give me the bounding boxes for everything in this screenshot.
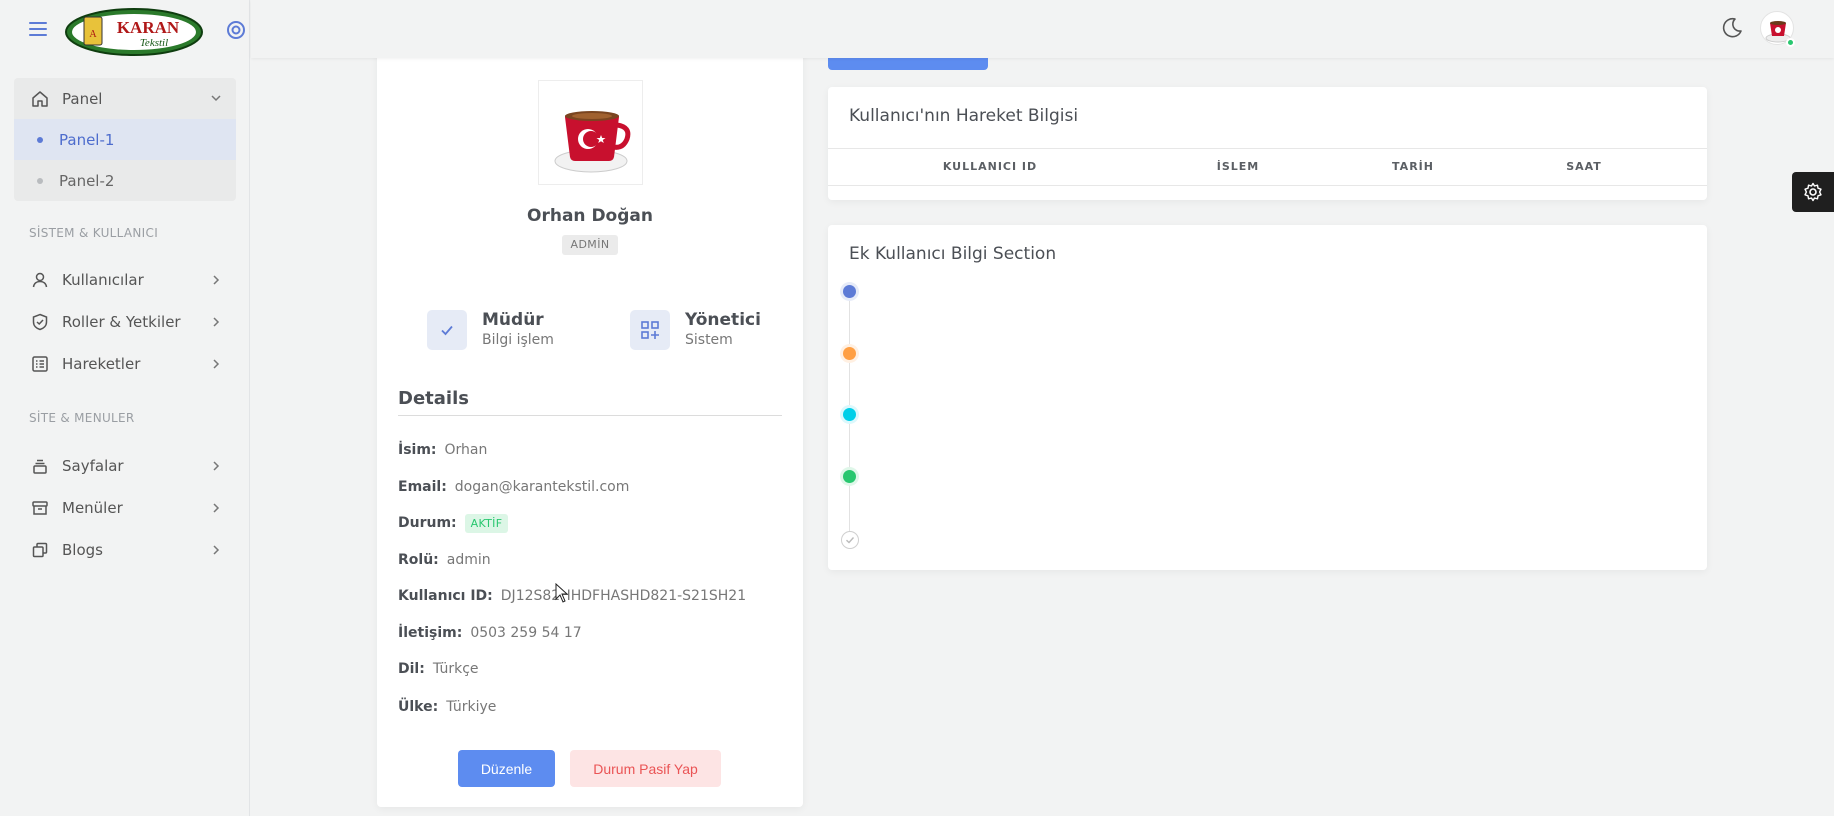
copy-icon — [30, 540, 50, 560]
list-icon — [30, 354, 50, 374]
detail-language: Dil: Türkçe — [398, 661, 479, 677]
status-badge: AKTİF — [464, 514, 509, 533]
shield-check-icon — [30, 312, 50, 332]
section-title-site: SİTE & MENULER — [29, 411, 135, 425]
karan-tekstil-logo[interactable]: A KARAN Tekstil — [64, 7, 204, 57]
profile-card: Orhan Doğan ADMİN Müdür Bilgi işlem Yöne… — [377, 40, 803, 807]
svg-text:KARAN: KARAN — [117, 18, 180, 37]
details-divider — [398, 415, 782, 416]
home-icon — [30, 89, 50, 109]
role-badge: ADMİN — [562, 235, 618, 255]
activity-card: Kullanıcı'nın Hareket Bilgisi KULLANICI … — [828, 87, 1707, 200]
sidebar-item-label: Sayfalar — [62, 457, 124, 475]
stat-subtitle: Sistem — [685, 332, 733, 348]
timeline-dot — [843, 408, 856, 421]
sidebar-pin-icon[interactable] — [226, 20, 246, 40]
sidebar-item-label: Panel — [62, 89, 103, 108]
stack-icon — [30, 456, 50, 476]
column-header[interactable]: KULLANICI ID — [930, 160, 1050, 173]
sidebar-item-roles[interactable]: Roller & Yetkiler — [14, 301, 236, 343]
chevron-right-icon — [213, 503, 220, 513]
detail-name: İsim: Orhan — [398, 442, 488, 458]
svg-text:Tekstil: Tekstil — [140, 37, 168, 49]
brand-area: A KARAN Tekstil — [0, 0, 250, 60]
panel-menu-group: Panel Panel-1 Panel-2 — [14, 78, 236, 201]
sidebar-item-label: Panel-2 — [59, 171, 115, 190]
sidebar-item-label: Roller & Yetkiler — [62, 313, 181, 331]
chevron-right-icon — [213, 359, 220, 369]
detail-user-id: Kullanıcı ID: DJ12S82HHDFHASHD821-S21SH21 — [398, 588, 747, 604]
sidebar-item-blogs[interactable]: Blogs — [14, 529, 236, 571]
activity-table-header: KULLANICI ID İSLEM TARİH SAAT — [828, 148, 1707, 186]
profile-avatar — [538, 80, 643, 185]
detail-contact: İletişim: 0503 259 54 17 — [398, 625, 582, 641]
edit-button[interactable]: Düzenle — [458, 750, 555, 787]
sidebar-item-panel-2[interactable]: Panel-2 — [14, 160, 236, 201]
user-icon — [30, 270, 50, 290]
section-title-system: SİSTEM & KULLANICI — [29, 226, 159, 240]
moon-icon[interactable] — [1720, 16, 1744, 40]
mouse-cursor-icon — [555, 583, 569, 603]
bullet-icon — [37, 178, 43, 184]
extra-info-card: Ek Kullanıcı Bilgi Section — [828, 225, 1707, 570]
column-header[interactable]: İSLEM — [1198, 160, 1278, 173]
set-passive-button[interactable]: Durum Pasif Yap — [570, 750, 721, 787]
sidebar: A KARAN Tekstil Panel Panel-1 Panel-2 Sİ… — [0, 0, 250, 816]
sidebar-item-label: Menüler — [62, 499, 123, 517]
chevron-right-icon — [213, 275, 220, 285]
stat-subtitle: Bilgi işlem — [482, 332, 554, 348]
stat-title: Yönetici — [685, 310, 761, 330]
chevron-right-icon — [213, 461, 220, 471]
sidebar-item-panel[interactable]: Panel — [14, 78, 236, 119]
check-icon — [427, 310, 467, 350]
detail-email: Email: dogan@karantekstil.com — [398, 479, 630, 495]
sidebar-item-label: Blogs — [62, 541, 103, 559]
extra-card-title: Ek Kullanıcı Bilgi Section — [849, 244, 1057, 264]
sidebar-item-label: Kullanıcılar — [62, 271, 144, 289]
activity-card-title: Kullanıcı'nın Hareket Bilgisi — [849, 106, 1079, 126]
profile-name: Orhan Doğan — [527, 206, 653, 226]
timeline-dot — [843, 285, 856, 298]
column-header[interactable]: SAAT — [1544, 160, 1624, 173]
sidebar-item-menus[interactable]: Menüler — [14, 487, 236, 529]
detail-role: Rolü: admin — [398, 552, 491, 568]
grid-plus-icon — [630, 310, 670, 350]
sidebar-item-label: Panel-1 — [59, 130, 115, 149]
online-status-indicator — [1786, 38, 1795, 47]
timeline-dot — [843, 470, 856, 483]
sidebar-item-users[interactable]: Kullanıcılar — [14, 259, 236, 301]
sidebar-item-activity[interactable]: Hareketler — [14, 343, 236, 385]
sidebar-item-pages[interactable]: Sayfalar — [14, 445, 236, 487]
svg-text:A: A — [89, 29, 97, 40]
chevron-right-icon — [213, 545, 220, 555]
sidebar-item-panel-1[interactable]: Panel-1 — [14, 119, 236, 160]
stat-title: Müdür — [482, 310, 544, 330]
settings-gear-icon[interactable] — [1792, 172, 1834, 212]
chevron-down-icon — [211, 95, 221, 102]
check-circle-icon — [841, 531, 859, 549]
detail-status: Durum: AKTİF — [398, 514, 509, 533]
top-navbar — [251, 0, 1834, 58]
chevron-right-icon — [213, 317, 220, 327]
archive-icon — [30, 498, 50, 518]
column-header[interactable]: TARİH — [1373, 160, 1453, 173]
sidebar-item-label: Hareketler — [62, 355, 141, 373]
bullet-icon — [37, 137, 43, 143]
menu-toggle-icon[interactable] — [26, 19, 50, 39]
details-title: Details — [398, 388, 469, 409]
timeline-dot — [843, 347, 856, 360]
detail-country: Ülke: Türkiye — [398, 699, 497, 715]
